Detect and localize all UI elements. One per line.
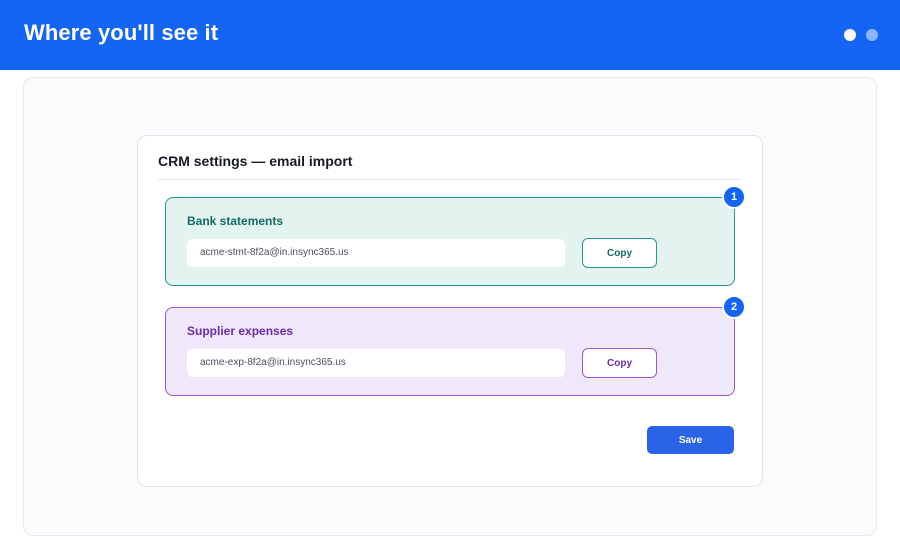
step-1-badge-icon: 1: [722, 185, 746, 209]
header-bar: Where you'll see it: [0, 0, 900, 70]
bank-statements-email-field[interactable]: [187, 239, 565, 267]
card-title: CRM settings — email import: [158, 153, 353, 169]
save-button[interactable]: Save: [647, 426, 734, 454]
pager-dot-active[interactable]: [844, 29, 856, 41]
bank-statements-copy-button[interactable]: Copy: [582, 238, 657, 268]
supplier-expenses-copy-button[interactable]: Copy: [582, 348, 657, 378]
supplier-expenses-label: Supplier expenses: [187, 324, 294, 338]
card-divider: [158, 179, 742, 180]
supplier-expenses-email-field[interactable]: [187, 349, 565, 377]
step-2-badge-icon: 2: [722, 295, 746, 319]
page-title: Where you'll see it: [24, 20, 219, 45]
bank-statements-label: Bank statements: [187, 214, 284, 228]
pager-dot-inactive[interactable]: [866, 29, 878, 41]
